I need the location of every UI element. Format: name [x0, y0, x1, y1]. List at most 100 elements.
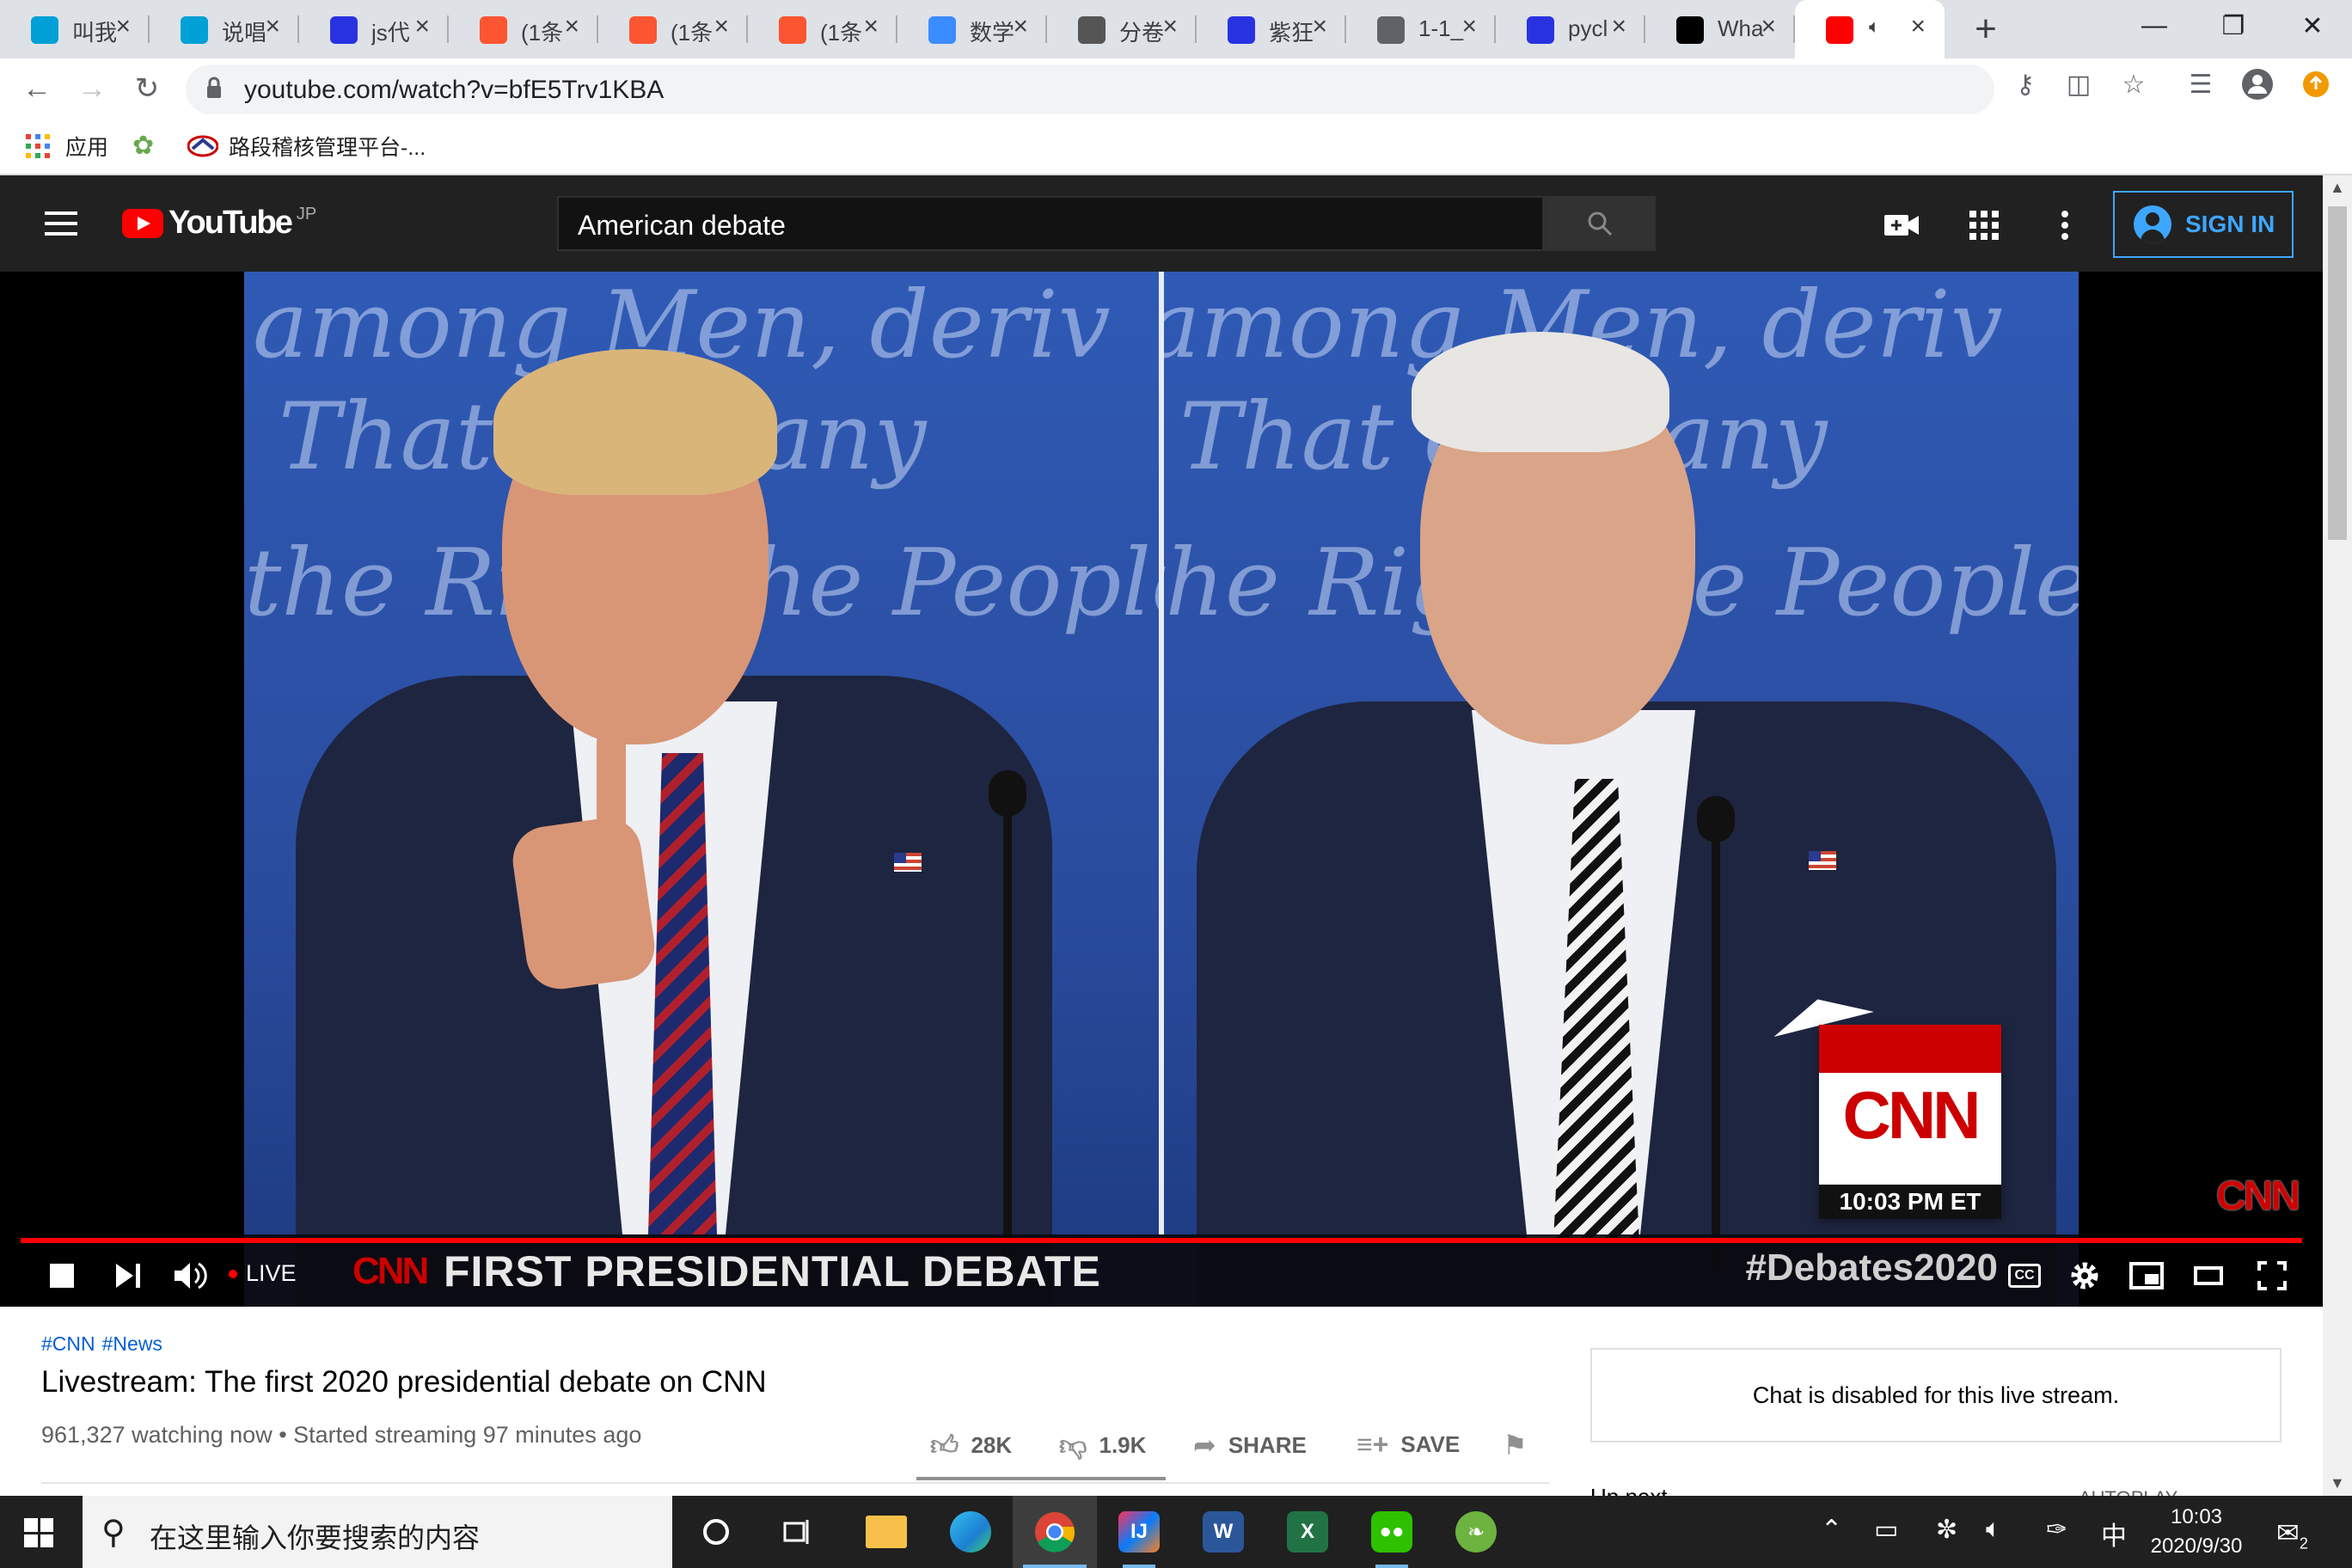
volume-muted-icon[interactable]: 🔈︎ [1986, 1515, 2001, 1544]
word-icon[interactable]: W [1181, 1496, 1265, 1568]
back-icon[interactable]: ← [17, 69, 57, 108]
bookmark-platform[interactable]: 路段稽核管理平台-... [187, 131, 426, 162]
volume-icon[interactable] [170, 1252, 213, 1300]
tray-expand-icon[interactable]: ⌃ [1821, 1515, 1842, 1545]
close-tab-icon[interactable]: × [414, 12, 430, 41]
media-controls-icon[interactable]: ☰ [2184, 67, 2218, 101]
broadcast-time: 10:03 PM ET [1819, 1185, 2001, 1219]
system-clock[interactable]: 10:03 2020/9/30 [2141, 1503, 2252, 1561]
forward-icon[interactable]: → [72, 69, 112, 108]
menu-icon[interactable] [45, 211, 77, 236]
windows-start-icon[interactable] [24, 1518, 53, 1547]
next-icon[interactable] [112, 1252, 146, 1300]
browser-tab[interactable]: pycl × [1496, 0, 1645, 58]
close-tab-icon[interactable]: × [564, 12, 579, 41]
address-bar[interactable]: youtube.com/watch?v=bfE5Trv1KBA [186, 64, 1994, 114]
browser-tab[interactable]: 数学 × [897, 0, 1047, 58]
minimize-icon[interactable]: — [2115, 0, 2194, 52]
close-tab-icon[interactable]: × [1312, 12, 1327, 41]
browser-tab[interactable]: 🔈︎ × [1795, 0, 1945, 58]
settings-gear-icon[interactable] [2065, 1252, 2104, 1300]
microphone-icon [989, 770, 1026, 817]
close-tab-icon[interactable]: × [1013, 12, 1028, 41]
like-button[interactable]: 👍︎ 28K [930, 1429, 1012, 1462]
video-player[interactable]: among Men, deriv That ever any the Right… [0, 272, 2323, 1307]
reload-icon[interactable]: ↻ [127, 69, 167, 108]
battery-icon[interactable]: ▭ [1874, 1515, 1898, 1545]
progress-bar[interactable] [21, 1238, 2302, 1243]
youtube-logo[interactable]: YouTube JP [122, 205, 316, 242]
bookmark-leaf[interactable]: ✿ [132, 131, 154, 161]
browser-tab[interactable]: 紫狂 × [1197, 0, 1346, 58]
share-button[interactable]: ➦ SHARE [1193, 1429, 1307, 1461]
file-explorer-icon[interactable] [844, 1496, 928, 1568]
apps-icon[interactable] [1965, 206, 2003, 244]
save-button[interactable]: ≡+ SAVE [1357, 1429, 1460, 1461]
ime-indicator[interactable]: 中 [2101, 1515, 2127, 1553]
dislike-button[interactable]: 👎︎ 1.9K [1059, 1429, 1146, 1462]
wechat-icon[interactable]: ●● [1350, 1496, 1434, 1568]
search-input[interactable]: American debate [557, 196, 1544, 251]
close-tab-icon[interactable]: × [1162, 12, 1178, 41]
video-frame[interactable]: among Men, deriv That ever any the Right… [244, 272, 2079, 1307]
translate-icon[interactable]: ◫ [2061, 67, 2096, 101]
close-tab-icon[interactable]: × [115, 12, 131, 41]
close-window-icon[interactable]: ✕ [2273, 0, 2352, 52]
search-button[interactable] [1544, 196, 1656, 251]
close-tab-icon[interactable]: × [863, 12, 879, 41]
notification-center-icon[interactable]: ✉2 [2276, 1516, 2308, 1553]
bookmark-apps[interactable]: 应用 [26, 131, 108, 162]
browser-tab[interactable]: js代 × [299, 0, 449, 58]
pen-icon[interactable]: ✑ [2046, 1515, 2067, 1545]
taskbar-search-box[interactable]: ⚲ 在这里输入你要搜索的内容 [83, 1496, 672, 1568]
browser-tab[interactable]: 分卷 × [1047, 0, 1197, 58]
thumbs-up-icon: 👍︎ [930, 1430, 959, 1461]
like-ratio-bar [916, 1477, 1166, 1480]
task-view-icon[interactable] [755, 1496, 839, 1568]
sign-in-button[interactable]: SIGN IN [2113, 191, 2294, 258]
more-vert-icon[interactable] [2046, 206, 2084, 244]
hashtag-link[interactable]: #CNN [41, 1332, 95, 1355]
browser-tab[interactable]: 叫我 × [0, 0, 150, 58]
cortana-icon[interactable] [674, 1496, 758, 1568]
excel-icon[interactable]: X [1265, 1496, 1350, 1568]
spring-icon[interactable]: ❧ [1434, 1496, 1518, 1568]
key-icon[interactable]: ⚷ [2008, 67, 2043, 101]
close-tab-icon[interactable]: × [1461, 12, 1477, 41]
scrollbar-thumb[interactable] [2328, 206, 2347, 540]
theater-mode-icon[interactable] [2189, 1252, 2228, 1300]
update-icon[interactable] [2299, 67, 2333, 101]
edge-browser-icon[interactable] [928, 1496, 1013, 1568]
intellij-icon[interactable]: IJ [1097, 1496, 1181, 1568]
scroll-down-icon[interactable]: ▼ [2330, 1474, 2345, 1492]
browser-tab[interactable]: (1条 × [449, 0, 598, 58]
create-video-icon[interactable] [1883, 206, 1920, 244]
scroll-up-icon[interactable]: ▲ [2330, 179, 2345, 197]
tab-audio-icon[interactable]: 🔈︎ [1869, 15, 1880, 38]
browser-tab[interactable]: (1条 × [598, 0, 748, 58]
page-scrollbar[interactable]: ▲ ▼ [2323, 175, 2352, 1496]
live-badge[interactable]: LIVE [229, 1260, 297, 1287]
close-tab-icon[interactable]: × [714, 12, 729, 41]
browser-tab[interactable]: Wha × [1645, 0, 1795, 58]
stop-icon[interactable] [46, 1252, 77, 1300]
browser-tab[interactable]: (1条 × [748, 0, 897, 58]
chrome-icon[interactable] [1013, 1496, 1097, 1568]
close-tab-icon[interactable]: × [1910, 12, 1926, 41]
star-icon[interactable]: ☆ [2116, 67, 2151, 101]
close-tab-icon[interactable]: × [265, 12, 280, 41]
flag-icon: ⚑ [1503, 1430, 1528, 1461]
fullscreen-icon[interactable] [2252, 1252, 2292, 1300]
new-tab-icon[interactable]: + [1957, 0, 2015, 58]
subtitles-button[interactable]: CC [2008, 1264, 2041, 1288]
close-tab-icon[interactable]: × [1761, 12, 1776, 41]
close-tab-icon[interactable]: × [1611, 12, 1626, 41]
browser-tab[interactable]: 1-1_ × [1346, 0, 1496, 58]
restore-icon[interactable]: ❐ [2194, 0, 2273, 52]
browser-tab[interactable]: 说唱 × [150, 0, 299, 58]
wifi-icon[interactable]: ✼ [1936, 1515, 1957, 1545]
profile-icon[interactable] [2240, 67, 2275, 101]
hashtag-link[interactable]: #News [102, 1332, 162, 1355]
report-button[interactable]: ⚑ [1503, 1429, 1540, 1461]
miniplayer-icon[interactable] [2127, 1252, 2166, 1300]
